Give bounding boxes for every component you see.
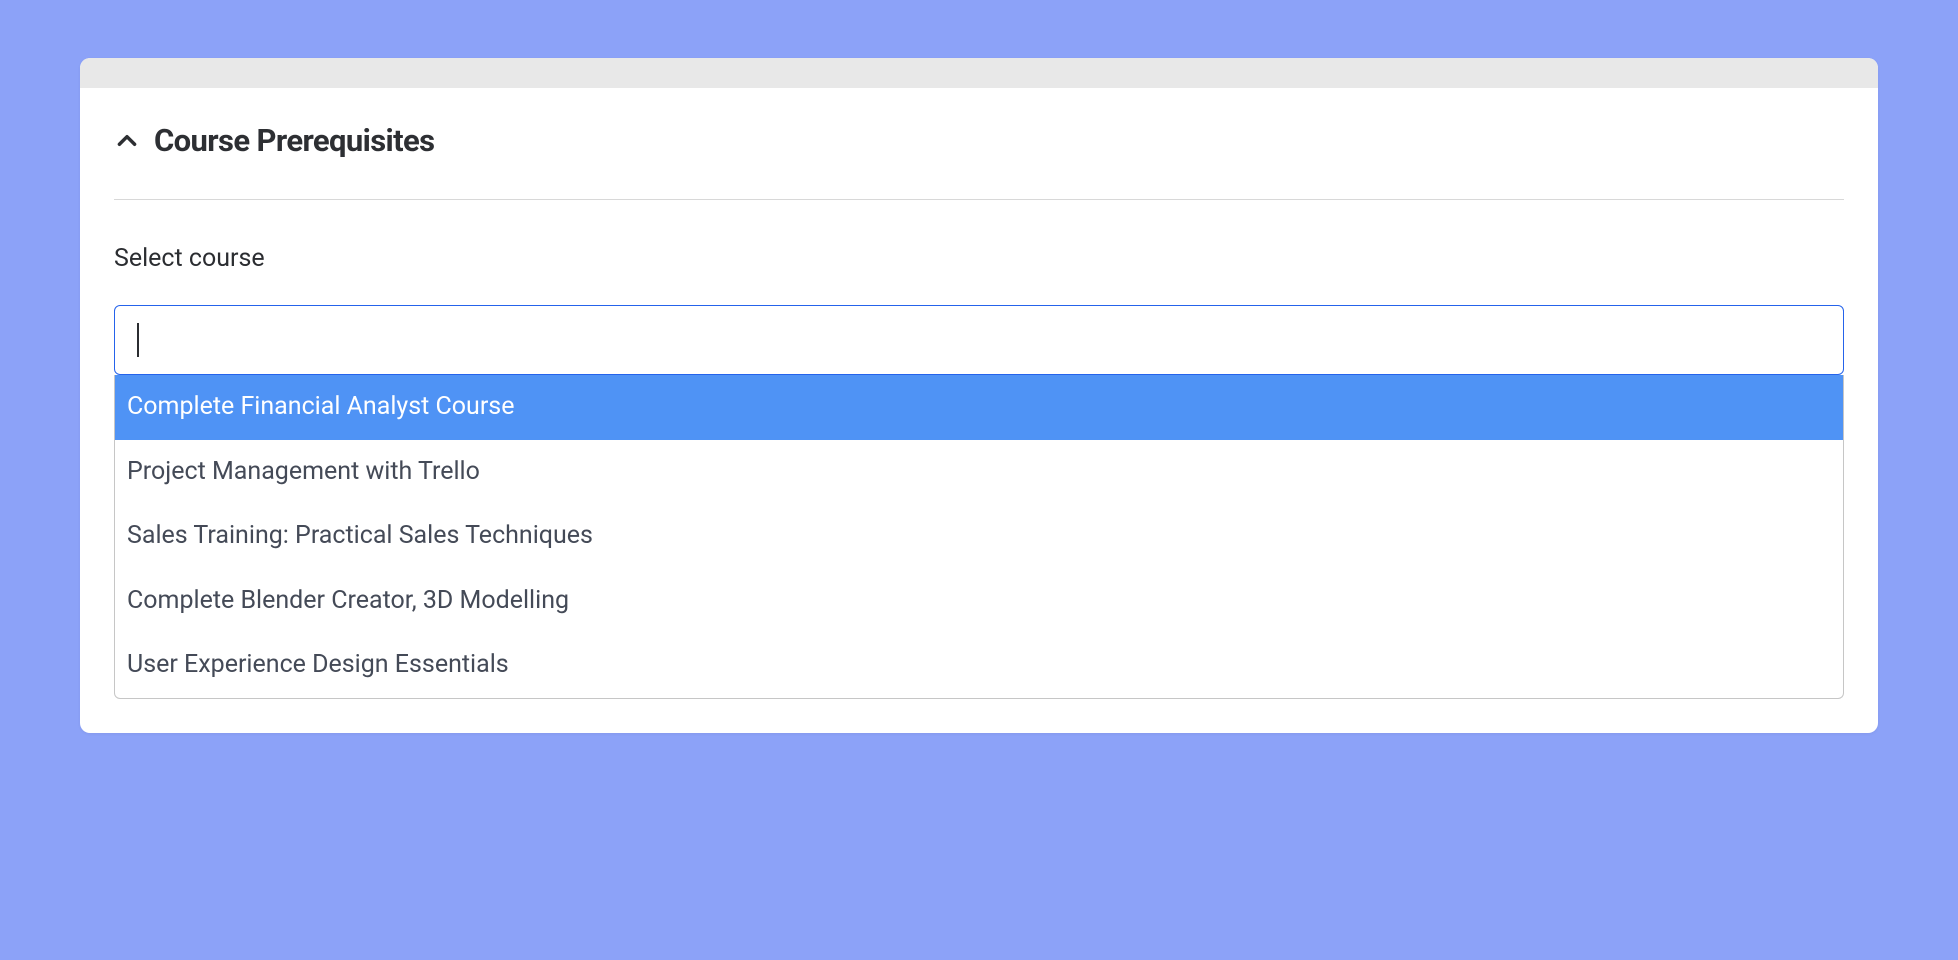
course-dropdown: Complete Financial Analyst Course Projec… <box>114 375 1844 699</box>
chevron-up-icon <box>114 128 140 154</box>
dropdown-option[interactable]: Sales Training: Practical Sales Techniqu… <box>115 504 1843 569</box>
section-header[interactable]: Course Prerequisites <box>114 122 1844 200</box>
prerequisites-card: Course Prerequisites Select course Compl… <box>80 58 1878 733</box>
dropdown-option[interactable]: Project Management with Trello <box>115 440 1843 505</box>
dropdown-option[interactable]: User Experience Design Essentials <box>115 633 1843 698</box>
dropdown-option[interactable]: Complete Blender Creator, 3D Modelling <box>115 569 1843 634</box>
text-cursor <box>137 323 139 357</box>
card-top-bar <box>80 58 1878 88</box>
course-select-input[interactable] <box>114 305 1844 375</box>
card-content: Course Prerequisites Select course Compl… <box>80 88 1878 733</box>
course-select-container: Complete Financial Analyst Course Projec… <box>114 305 1844 699</box>
dropdown-option[interactable]: Complete Financial Analyst Course <box>115 375 1843 440</box>
select-course-label: Select course <box>114 244 1844 273</box>
section-title: Course Prerequisites <box>154 122 434 159</box>
